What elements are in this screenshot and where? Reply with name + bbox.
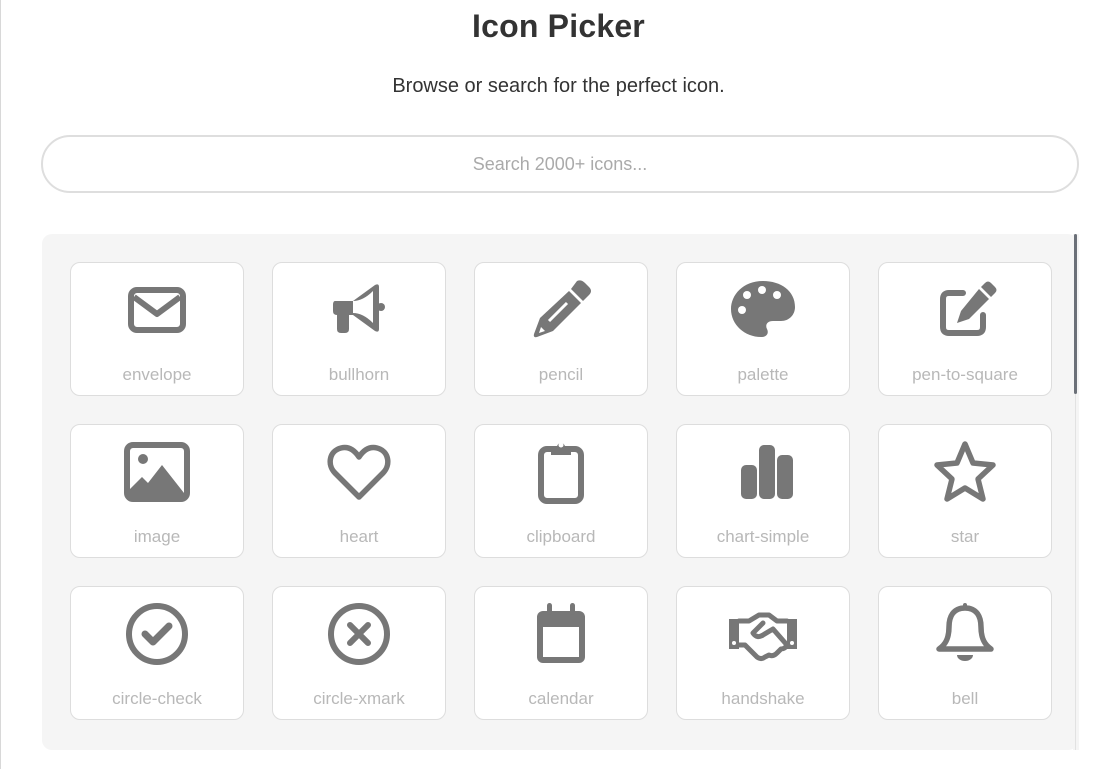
icon-card-label: clipboard	[526, 527, 596, 546]
page-subtitle: Browse or search for the perfect icon.	[392, 75, 725, 97]
icon-card-bell[interactable]: bell	[878, 586, 1052, 720]
icon-card-pencil[interactable]: pencil	[474, 262, 648, 396]
handshake-icon	[727, 601, 799, 667]
icon-card-heart[interactable]: heart	[272, 424, 446, 558]
scrollbar-thumb[interactable]	[1074, 234, 1077, 394]
icon-card-palette[interactable]: palette	[676, 262, 850, 396]
icon-card-circle-xmark[interactable]: circle-xmark	[272, 586, 446, 720]
envelope-icon	[121, 277, 193, 343]
icon-card-label: bell	[951, 689, 979, 708]
icon-card-clipboard[interactable]: clipboard	[474, 424, 648, 558]
heart-icon	[323, 439, 395, 505]
clipboard-icon	[525, 439, 597, 505]
icon-card-star[interactable]: star	[878, 424, 1052, 558]
icon-grid: envelope bullhorn pencil palette pen-to-…	[70, 262, 1052, 720]
chart-simple-icon	[727, 439, 799, 505]
palette-icon	[727, 277, 799, 343]
icon-card-label: pen-to-square	[912, 365, 1018, 384]
icon-grid-panel: envelope bullhorn pencil palette pen-to-…	[42, 234, 1078, 750]
icon-card-label: circle-xmark	[313, 689, 405, 708]
icon-card-circle-check[interactable]: circle-check	[70, 586, 244, 720]
icon-card-label: envelope	[122, 365, 192, 384]
icon-card-envelope[interactable]: envelope	[70, 262, 244, 396]
page-title: Icon Picker	[472, 8, 645, 44]
icon-card-label: palette	[737, 365, 789, 384]
icon-card-calendar[interactable]: calendar	[474, 586, 648, 720]
icon-card-label: calendar	[528, 689, 594, 708]
icon-card-image[interactable]: image	[70, 424, 244, 558]
icon-card-label: chart-simple	[716, 527, 810, 546]
calendar-icon	[525, 601, 597, 667]
icon-picker-page: Icon Picker Browse or search for the per…	[0, 0, 1116, 769]
icon-card-pen-to-square[interactable]: pen-to-square	[878, 262, 1052, 396]
icon-card-label: handshake	[721, 689, 805, 708]
circle-xmark-icon	[323, 601, 395, 667]
icon-card-label: bullhorn	[328, 365, 390, 384]
bullhorn-icon	[323, 277, 395, 343]
icon-grid-scrollbar[interactable]	[1073, 234, 1079, 750]
pencil-icon	[525, 277, 597, 343]
icon-card-bullhorn[interactable]: bullhorn	[272, 262, 446, 396]
circle-check-icon	[121, 601, 193, 667]
bell-icon	[929, 601, 1001, 667]
star-icon	[929, 439, 1001, 505]
icon-card-label: image	[133, 527, 181, 546]
icon-card-chart-simple[interactable]: chart-simple	[676, 424, 850, 558]
icon-card-label: circle-check	[112, 689, 202, 708]
scrollbar-track	[1075, 394, 1076, 750]
icon-card-label: heart	[339, 527, 379, 546]
icon-search-input[interactable]	[41, 135, 1079, 193]
icon-card-handshake[interactable]: handshake	[676, 586, 850, 720]
icon-card-label: pencil	[538, 365, 584, 384]
pen-to-square-icon	[929, 277, 1001, 343]
image-icon	[121, 439, 193, 505]
icon-card-label: star	[950, 527, 980, 546]
